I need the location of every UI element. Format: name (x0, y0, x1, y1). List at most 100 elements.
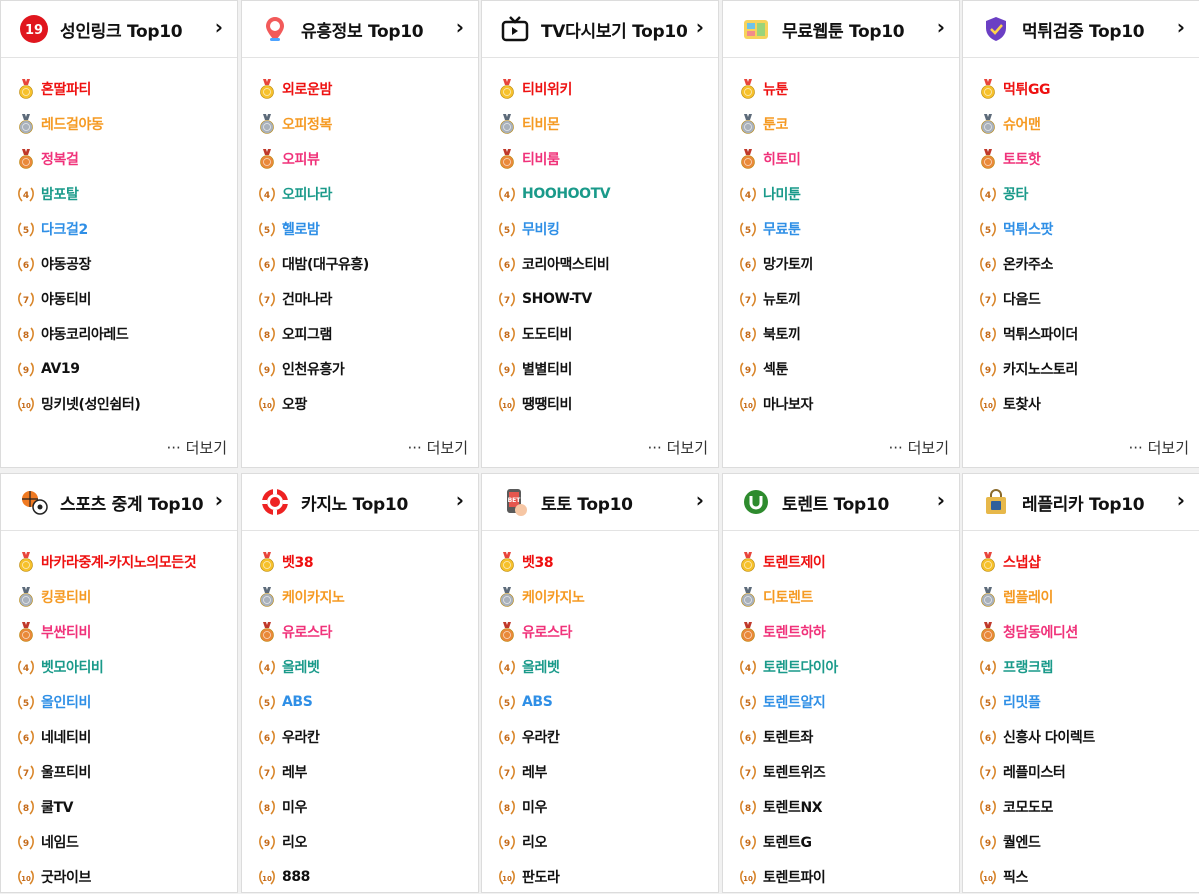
site-link[interactable]: 뉴토끼 (763, 289, 801, 309)
list-item[interactable]: 8 먹튀스파이더 (979, 316, 1078, 351)
list-item[interactable]: 9 토렌트G (739, 824, 838, 859)
list-item[interactable]: 9 네임드 (17, 824, 196, 859)
site-link[interactable]: 오피뷰 (282, 149, 320, 169)
chevron-right-icon[interactable]: › (456, 488, 464, 512)
site-link[interactable]: 레드걸야동 (41, 114, 104, 134)
site-link[interactable]: 네네티비 (41, 727, 91, 747)
more-link[interactable]: ··· 더보기 (167, 437, 227, 458)
site-link[interactable]: 미우 (522, 797, 547, 817)
site-link[interactable]: 미우 (282, 797, 307, 817)
site-link[interactable]: 우라칸 (282, 727, 320, 747)
site-link[interactable]: 토토핫 (1003, 149, 1041, 169)
list-item[interactable]: 5 올인티비 (17, 684, 196, 719)
site-link[interactable]: 먹튀스팟 (1003, 219, 1053, 239)
list-item[interactable]: 6 대밤(대구유흥) (258, 246, 369, 281)
chevron-right-icon[interactable]: › (696, 15, 704, 39)
site-link[interactable]: 신흥사 다이렉트 (1003, 727, 1095, 747)
site-link[interactable]: 토렌트좌 (763, 727, 813, 747)
site-link[interactable]: 케이카지노 (522, 587, 585, 607)
list-item[interactable]: 8 북토끼 (739, 316, 813, 351)
site-link[interactable]: 망가토끼 (763, 254, 813, 274)
list-item[interactable]: 6 네네티비 (17, 719, 196, 754)
site-link[interactable]: 다음드 (1003, 289, 1041, 309)
list-item[interactable]: 7 토렌트위즈 (739, 754, 838, 789)
list-item[interactable]: 토토핫 (979, 141, 1078, 176)
site-link[interactable]: 인천유흥가 (282, 359, 345, 379)
site-link[interactable]: 굿라이브 (41, 867, 91, 887)
site-link[interactable]: 토렌트파이 (763, 867, 826, 887)
card-header[interactable]: 19 성인링크 Top10 › (1, 1, 237, 58)
site-link[interactable]: 뉴툰 (763, 79, 788, 99)
list-item[interactable]: 6 코리아맥스티비 (498, 246, 610, 281)
list-item[interactable]: 7 울프티비 (17, 754, 196, 789)
site-link[interactable]: 네임드 (41, 832, 79, 852)
list-item[interactable]: 바카라중계-카지노의모든것 (17, 544, 197, 579)
list-item[interactable]: 혼딸파티 (17, 71, 140, 106)
card-header[interactable]: 무료웹툰 Top10 › (723, 1, 959, 58)
list-item[interactable]: 레드걸야동 (17, 106, 140, 141)
list-item[interactable]: 티비위키 (498, 71, 610, 106)
site-link[interactable]: 벳38 (522, 552, 554, 572)
site-link[interactable]: 별별티비 (522, 359, 572, 379)
list-item[interactable]: 6 신흥사 다이렉트 (979, 719, 1095, 754)
site-link[interactable]: 야동공장 (41, 254, 91, 274)
card-header[interactable]: 카지노 Top10 › (242, 474, 478, 531)
list-item[interactable]: 7 레부 (498, 754, 584, 789)
list-item[interactable]: 정복걸 (17, 141, 140, 176)
site-link[interactable]: 먹튀GG (1003, 79, 1051, 99)
site-link[interactable]: 티비룸 (522, 149, 560, 169)
list-item[interactable]: 유로스타 (498, 614, 584, 649)
list-item[interactable]: 8 코모도모 (979, 789, 1095, 824)
list-item[interactable]: 6 온카주소 (979, 246, 1078, 281)
list-item[interactable]: 6 망가토끼 (739, 246, 813, 281)
site-link[interactable]: 북토끼 (763, 324, 801, 344)
list-item[interactable]: 6 우라칸 (258, 719, 344, 754)
card-header[interactable]: 레플리카 Top10 › (963, 474, 1199, 531)
site-link[interactable]: 티비몬 (522, 114, 560, 134)
list-item[interactable]: 부싼티비 (17, 614, 196, 649)
card-header[interactable]: 스포츠 중계 Top10 › (1, 474, 237, 531)
list-item[interactable]: 스냅샵 (979, 544, 1095, 579)
site-link[interactable]: 코모도모 (1003, 797, 1053, 817)
site-link[interactable]: 바카라중계-카지노의모든것 (41, 552, 197, 572)
list-item[interactable]: 4 올레벳 (498, 649, 584, 684)
site-link[interactable]: 디토렌트 (763, 587, 813, 607)
list-item[interactable]: 7 SHOW-TV (498, 281, 610, 316)
site-link[interactable]: ABS (282, 694, 313, 710)
chevron-right-icon[interactable]: › (937, 488, 945, 512)
list-item[interactable]: 5 ABS (498, 684, 584, 719)
chevron-right-icon[interactable]: › (215, 488, 223, 512)
site-link[interactable]: 청담동에디션 (1003, 622, 1078, 642)
list-item[interactable]: 6 야동공장 (17, 246, 140, 281)
list-item[interactable]: 10 토렌트파이 (739, 859, 838, 894)
site-link[interactable]: 건마나라 (282, 289, 332, 309)
list-item[interactable]: 10 판도라 (498, 859, 584, 894)
more-link[interactable]: ··· 더보기 (889, 437, 949, 458)
site-link[interactable]: 렙플레이 (1003, 587, 1053, 607)
site-link[interactable]: 토렌트알지 (763, 692, 826, 712)
more-link[interactable]: ··· 더보기 (408, 437, 468, 458)
list-item[interactable]: 8 야동코리아레드 (17, 316, 140, 351)
site-link[interactable]: 우라칸 (522, 727, 560, 747)
list-item[interactable]: 10 오팡 (258, 386, 369, 421)
list-item[interactable]: 9 AV19 (17, 351, 140, 386)
site-link[interactable]: 무료툰 (763, 219, 801, 239)
list-item[interactable]: 5 먹튀스팟 (979, 211, 1078, 246)
site-link[interactable]: 혼딸파티 (41, 79, 91, 99)
site-link[interactable]: 야동티비 (41, 289, 91, 309)
list-item[interactable]: 먹튀GG (979, 71, 1078, 106)
list-item[interactable]: 4 올레벳 (258, 649, 344, 684)
list-item[interactable]: 10 굿라이브 (17, 859, 196, 894)
list-item[interactable]: 4 나미툰 (739, 176, 813, 211)
site-link[interactable]: 밍키넷(성인쉼터) (41, 394, 141, 414)
site-link[interactable]: 야동코리아레드 (41, 324, 129, 344)
chevron-right-icon[interactable]: › (1177, 488, 1185, 512)
site-link[interactable]: 부싼티비 (41, 622, 91, 642)
site-link[interactable]: AV19 (41, 361, 80, 377)
chevron-right-icon[interactable]: › (456, 15, 464, 39)
list-item[interactable]: 10 픽스 (979, 859, 1095, 894)
site-link[interactable]: 유로스타 (282, 622, 332, 642)
site-link[interactable]: 히토미 (763, 149, 801, 169)
site-link[interactable]: ABS (522, 694, 553, 710)
site-link[interactable]: 대밤(대구유흥) (282, 254, 369, 274)
